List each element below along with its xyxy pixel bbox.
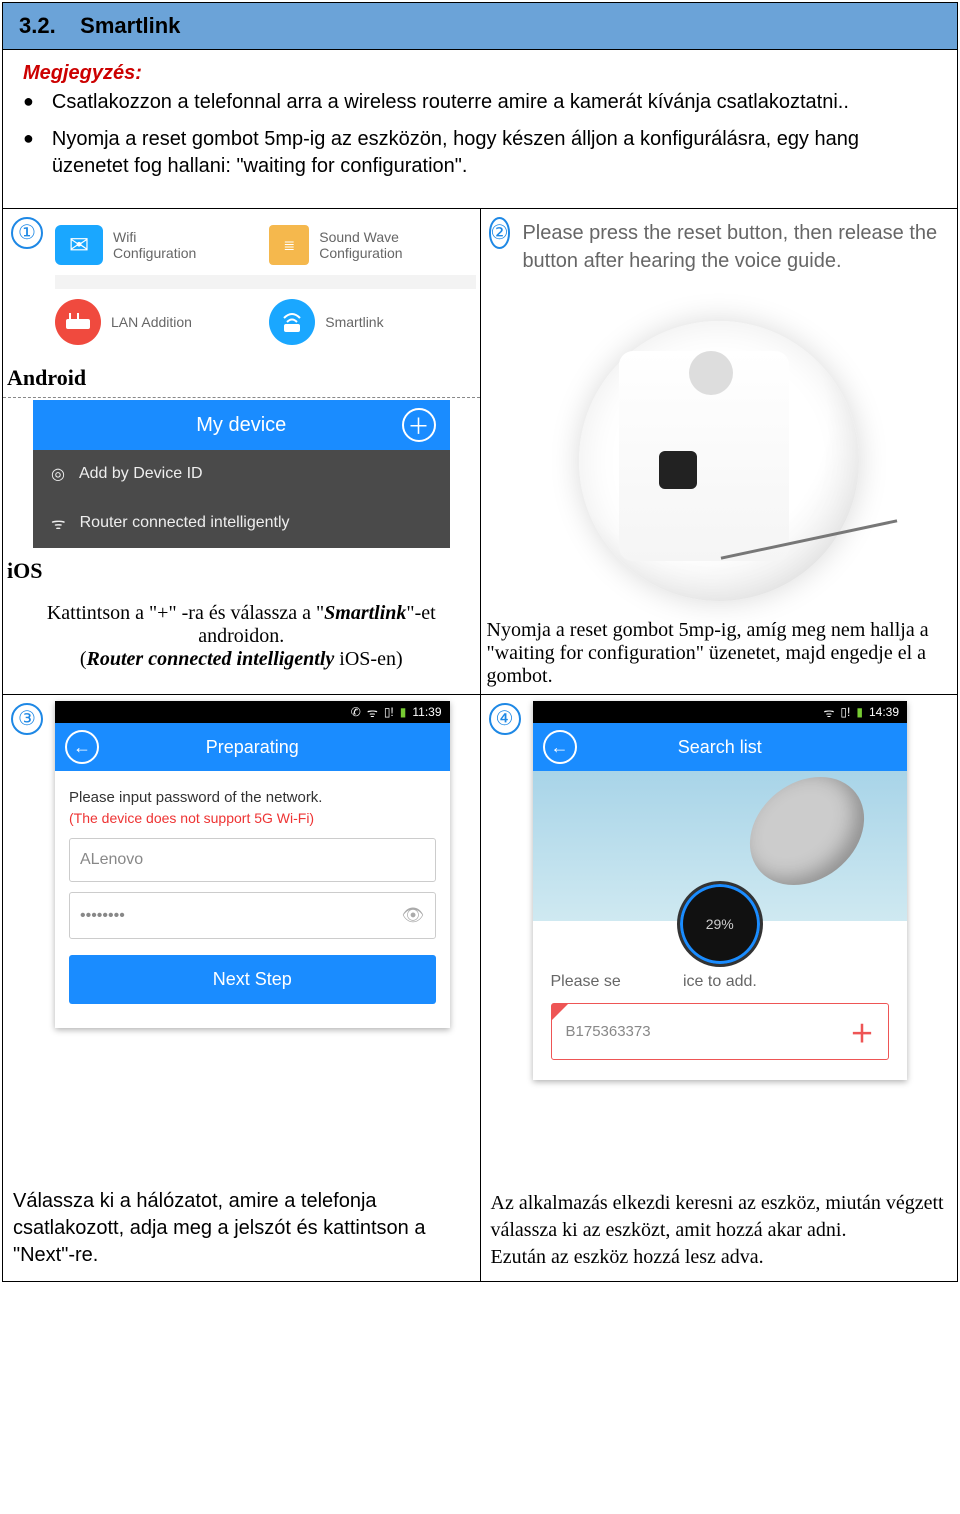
step2-badge: ②	[489, 217, 511, 249]
device-id: B175363373	[566, 1023, 651, 1040]
add-by-id-label: Add by Device ID	[79, 465, 203, 483]
step1-badge: ①	[11, 217, 43, 249]
dashed-separator	[3, 397, 480, 398]
router-icon	[269, 299, 315, 345]
add-device-button[interactable]: ＋	[402, 408, 436, 442]
notes-title: Megjegyzés:	[23, 62, 937, 85]
wifi-cfg-label-1: Wifi	[113, 229, 196, 245]
signal-icon: ▯!	[384, 705, 394, 719]
lan-label: LAN Addition	[111, 314, 192, 330]
cap1f: iOS-en)	[334, 648, 402, 670]
bullet-icon: ●	[23, 126, 34, 180]
cap2b: waiting for configuration	[495, 642, 696, 664]
step4-caption: Az alkalmazás elkezdi keresni az eszköz,…	[491, 1190, 948, 1271]
found-device-card[interactable]: B175363373 ＋	[551, 1003, 890, 1060]
router-connected-item[interactable]: ᯤ Router connected intelligently	[33, 498, 450, 548]
wifi-warning: (The device does not support 5G Wi-Fi)	[69, 810, 436, 826]
router-small-icon: ᯤ	[51, 512, 66, 534]
steps-grid: ① ✉ Wifi Configuration ≣	[3, 209, 957, 1281]
screen-title-bar: ← Preparating	[55, 723, 450, 771]
battery-icon: ▮	[400, 705, 407, 719]
ssid-input[interactable]: ALenovo	[69, 838, 436, 882]
back-button[interactable]: ←	[543, 730, 577, 764]
clock: 14:39	[869, 705, 899, 719]
smartlink-label: Smartlink	[325, 314, 383, 330]
screen-title-bar: ← Search list	[533, 723, 908, 771]
screen-title: Search list	[678, 737, 762, 758]
cell-step2: ② Please press the reset button, then re…	[480, 209, 957, 695]
screen-title: Preparating	[206, 737, 299, 758]
plsb: ice to add.	[683, 973, 757, 990]
plsa: Please se	[551, 973, 621, 990]
router-conn-label: Router connected intelligently	[80, 514, 290, 532]
sound-cfg-label-2: Configuration	[319, 245, 402, 261]
signal-icon: ▯!	[840, 705, 850, 719]
progress-value: 29%	[706, 916, 734, 932]
progress-indicator: 29%	[677, 881, 763, 967]
wifi-cfg-label-2: Configuration	[113, 245, 196, 261]
wifi-icon: ᯤ	[367, 704, 378, 721]
cell-step4: ④ ᯤ ▯! ▮ 14:39 ← Search list	[480, 695, 957, 1282]
password-value: ••••••••	[80, 907, 125, 925]
wifi-icon: ᯤ	[823, 704, 834, 721]
add-found-device-button[interactable]: ＋	[850, 1014, 874, 1049]
bullet-icon: ●	[23, 89, 34, 116]
divider	[55, 275, 476, 289]
step3-badge: ③	[11, 703, 43, 735]
back-button[interactable]: ←	[65, 730, 99, 764]
step3-caption: Válassza ki a hálózatot, amire a telefon…	[13, 1188, 470, 1269]
select-device-text: Please se ice to add.	[551, 973, 890, 991]
section-title: Smartlink	[80, 13, 180, 38]
step1-caption: Kattintson a "+" -ra és válassza a "Smar…	[13, 602, 470, 671]
mydevice-panel: My device ＋ ◎ Add by Device ID ᯤ Router …	[33, 400, 450, 548]
target-icon: ◎	[51, 464, 65, 484]
section-header: 3.2. Smartlink	[3, 3, 957, 50]
cap1d: (	[80, 648, 87, 670]
mydevice-header: My device ＋	[33, 400, 450, 450]
page-container: 3.2. Smartlink Megjegyzés: ● Csatlakozzo…	[2, 2, 958, 1282]
note-bullet-2: ● Nyomja a reset gombot 5mp-ig az eszköz…	[23, 126, 937, 180]
mydevice-title: My device	[196, 414, 286, 437]
list-icon: ≣	[269, 225, 309, 265]
note-bullet-1: ● Csatlakozzon a telefonnal arra a wirel…	[23, 89, 937, 116]
note-text-2: Nyomja a reset gombot 5mp-ig az eszközön…	[52, 126, 937, 180]
clock: 11:39	[412, 705, 441, 719]
android-label: Android	[7, 365, 476, 391]
status-bar: ᯤ ▯! ▮ 14:39	[533, 701, 908, 723]
next-step-button[interactable]: Next Step	[69, 955, 436, 1004]
camera-illustration	[579, 321, 859, 601]
cap1b: Smartlink	[324, 602, 406, 624]
vibrate-icon: ✆	[351, 705, 361, 719]
ios-label: iOS	[7, 558, 476, 584]
notes-block: Megjegyzés: ● Csatlakozzon a telefonnal …	[3, 50, 957, 209]
eye-icon[interactable]: 👁	[402, 905, 425, 926]
envelope-icon: ✉	[55, 225, 103, 265]
cell-step1: ① ✉ Wifi Configuration ≣	[3, 209, 480, 695]
ssid-value: ALenovo	[80, 851, 143, 869]
note-text-1: Csatlakozzon a telefonnal arra a wireles…	[52, 89, 849, 116]
add-by-device-id-item[interactable]: ◎ Add by Device ID	[33, 450, 450, 498]
sound-cfg-label-1: Sound Wave	[319, 229, 402, 245]
section-number: 3.2.	[19, 13, 56, 38]
cap1e: Router connected intelligently	[87, 648, 335, 670]
cell-step3: ③ ✆ ᯤ ▯! ▮ 11:39 ← Preparating	[3, 695, 480, 1282]
step4-badge: ④	[489, 703, 521, 735]
status-bar: ✆ ᯤ ▯! ▮ 11:39	[55, 701, 450, 723]
step2-caption: Nyomja a reset gombot 5mp-ig, amíg meg n…	[487, 619, 952, 688]
lan-icon	[55, 299, 101, 345]
step2-instruction: Please press the reset button, then rele…	[518, 209, 957, 281]
input-instruction: Please input password of the network.	[69, 789, 436, 806]
cap1a: Kattintson a "+" -ra és válassza a "	[47, 602, 324, 624]
next-btn-label: Next Step	[213, 969, 292, 989]
password-input[interactable]: •••••••• 👁	[69, 892, 436, 939]
battery-icon: ▮	[856, 705, 863, 719]
